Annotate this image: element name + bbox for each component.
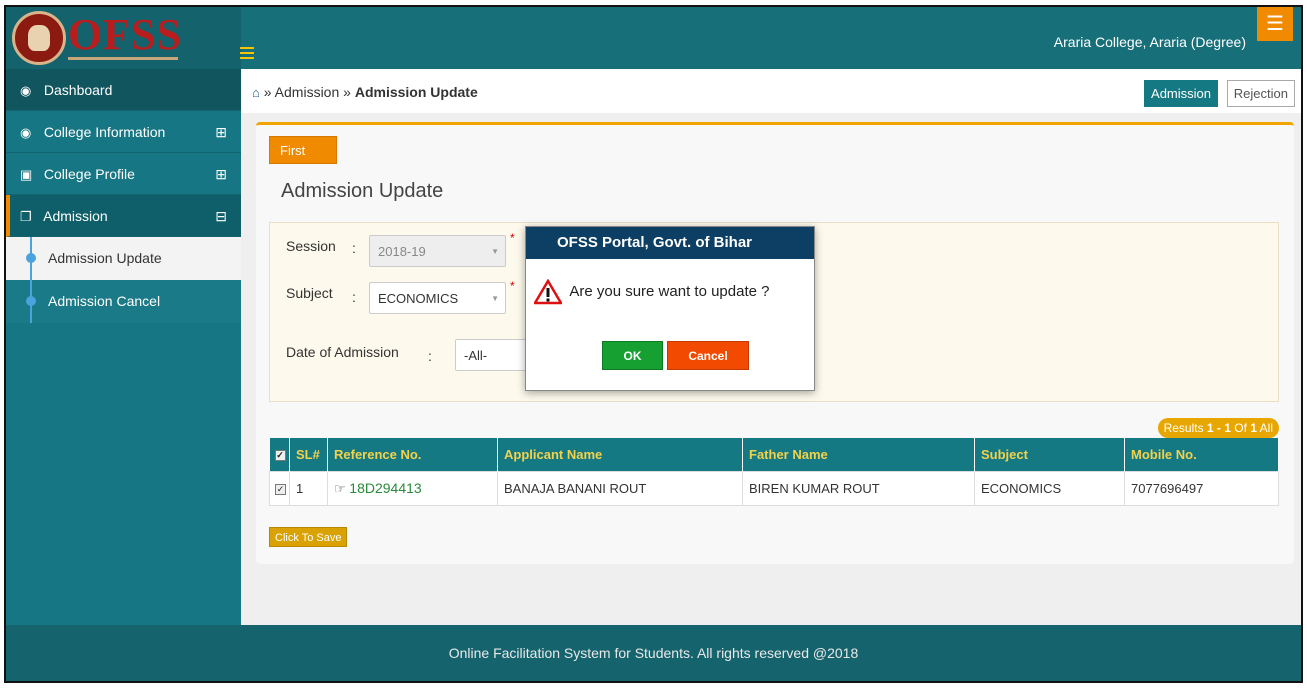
sidebar-item-college-profile[interactable]: ▣ College Profile ⊞ [6, 153, 241, 195]
cancel-button[interactable]: Cancel [667, 341, 749, 370]
logo-area[interactable]: OFSS [6, 7, 241, 69]
select-all-checkbox-cell: ✓ [269, 438, 290, 471]
top-bar: OFSS Araria College, Araria (Degree) ☰ [6, 7, 1301, 69]
chevron-down-icon: ▼ [491, 247, 499, 256]
session-select[interactable]: 2018-19 ▼ [369, 235, 506, 267]
college-name[interactable]: Araria College, Araria (Degree) [1054, 34, 1246, 50]
select-all-checkbox[interactable]: ✓ [274, 449, 286, 461]
id-card-icon: ▣ [20, 167, 33, 182]
chevron-down-icon: ▼ [491, 294, 499, 303]
app-window: OFSS Araria College, Araria (Degree) ☰ ◉… [4, 5, 1303, 683]
dialog-title: OFSS Portal, Govt. of Bihar [526, 227, 814, 259]
table-row: ✓ 1 ☞ 18D294413 BANAJA BANANI ROUT BIREN… [269, 470, 1279, 506]
reference-cell: ☞ 18D294413 [327, 470, 498, 506]
subject-label: Subject [286, 285, 333, 301]
sidebar-subitem-label: Admission Cancel [48, 293, 161, 309]
date-of-admission-label: Date of Admission [286, 344, 399, 360]
list-menu-button[interactable]: ☰ [1257, 7, 1293, 41]
column-header-mobile: Mobile No. [1124, 438, 1279, 471]
sidebar-item-label: Admission [43, 208, 108, 224]
breadcrumb-current: Admission Update [354, 84, 478, 100]
date-of-admission-select[interactable]: -All- [455, 339, 535, 371]
show-all-link[interactable]: All [1260, 421, 1273, 435]
results-badge: Results 1 - 1 Of 1 All [1157, 418, 1279, 438]
column-header-applicant: Applicant Name [497, 438, 743, 471]
logo-subtitle-bar [68, 57, 178, 60]
logo-text: OFSS [68, 10, 183, 59]
sidebar: ◉ Dashboard ◉ College Information ⊞ ▣ Co… [6, 69, 241, 625]
admission-tab-button[interactable]: Admission [1144, 80, 1218, 107]
bullet-icon [26, 296, 36, 306]
click-to-save-button[interactable]: Click To Save [269, 527, 348, 547]
session-label: Session [286, 238, 336, 254]
expand-icon[interactable]: ⊞ [215, 111, 227, 153]
dialog-message-row: Are you sure want to update ? [534, 275, 769, 309]
sidebar-subitem-admission-update[interactable]: Admission Update [6, 237, 241, 280]
sidebar-item-label: College Information [43, 124, 166, 140]
sidebar-item-label: College Profile [43, 166, 135, 182]
list-icon: ☰ [1266, 13, 1284, 35]
subject-select[interactable]: ECONOMICS ▼ [369, 282, 506, 314]
dashboard-icon: ◉ [20, 125, 32, 140]
table-header-row: ✓ SL# Reference No. Applicant Name Fathe… [269, 438, 1279, 471]
column-header-father: Father Name [742, 438, 975, 471]
sl-cell: 1 [289, 470, 328, 506]
expand-icon[interactable]: ⊞ [215, 153, 227, 195]
rejection-tab-button[interactable]: Rejection [1226, 80, 1295, 107]
bullet-icon [26, 253, 36, 263]
column-header-reference: Reference No. [327, 438, 498, 471]
hand-pointer-icon: ☞ [334, 480, 346, 496]
confirm-dialog: OFSS Portal, Govt. of Bihar Are you sure… [525, 226, 815, 391]
admission-table: ✓ SL# Reference No. Applicant Name Fathe… [269, 438, 1279, 506]
required-mark: * [510, 279, 515, 293]
mobile-cell: 7077696497 [1124, 470, 1279, 506]
row-checkbox-cell: ✓ [269, 470, 290, 506]
sidebar-subitem-admission-cancel[interactable]: Admission Cancel [6, 280, 241, 323]
collapse-icon[interactable]: ⊟ [215, 195, 227, 237]
sidebar-item-college-information[interactable]: ◉ College Information ⊞ [6, 111, 241, 153]
footer: Online Facilitation System for Students.… [6, 625, 1301, 681]
page-title: Admission Update [281, 180, 444, 202]
reference-link[interactable]: 18D294413 [349, 480, 421, 496]
breadcrumb-bar: ⌂ » Admission » Admission Update Admissi… [241, 69, 1301, 113]
emblem-logo [12, 11, 66, 65]
applicant-cell: BANAJA BANANI ROUT [497, 470, 743, 506]
ok-button[interactable]: OK [602, 341, 663, 370]
father-cell: BIREN KUMAR ROUT [742, 470, 975, 506]
breadcrumb-admission[interactable]: Admission [275, 84, 340, 100]
sidebar-item-admission[interactable]: ❐ Admission ⊟ [6, 195, 241, 237]
sidebar-item-dashboard[interactable]: ◉ Dashboard [6, 69, 241, 111]
first-button[interactable]: First [269, 136, 337, 164]
hamburger-icon[interactable] [240, 47, 254, 59]
breadcrumb: ⌂ » Admission » Admission Update [252, 84, 478, 100]
dialog-message: Are you sure want to update ? [569, 283, 770, 300]
required-mark: * [510, 231, 515, 245]
dashboard-icon: ◉ [20, 83, 32, 98]
subject-cell: ECONOMICS [974, 470, 1125, 506]
warning-icon [534, 279, 562, 305]
row-checkbox[interactable]: ✓ [275, 483, 286, 495]
column-header-subject: Subject [974, 438, 1125, 471]
column-header-sl: SL# [289, 438, 328, 471]
sidebar-item-label: Dashboard [43, 82, 113, 98]
sidebar-subitem-label: Admission Update [48, 250, 162, 266]
copy-icon: ❐ [20, 209, 32, 224]
home-icon[interactable]: ⌂ [252, 85, 260, 100]
